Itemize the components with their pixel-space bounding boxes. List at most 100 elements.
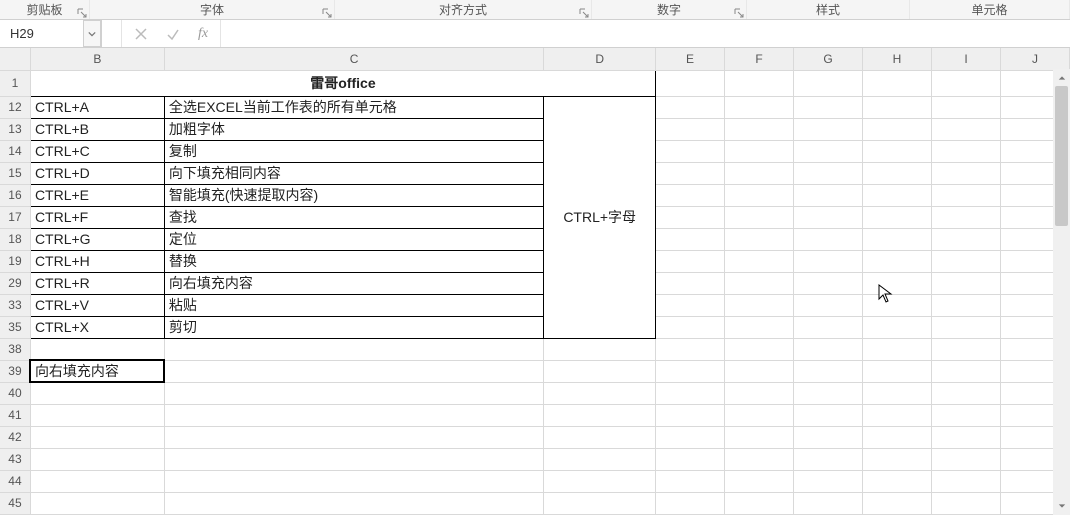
cell[interactable] — [655, 228, 724, 250]
row-header[interactable]: 43 — [0, 448, 30, 470]
cell[interactable] — [655, 70, 724, 96]
cell[interactable] — [544, 360, 656, 382]
scroll-thumb[interactable] — [1055, 86, 1068, 226]
cell[interactable] — [931, 250, 1000, 272]
cell[interactable]: CTRL+G — [30, 228, 164, 250]
cell[interactable] — [862, 162, 931, 184]
cell[interactable] — [164, 448, 544, 470]
cell[interactable] — [655, 360, 724, 382]
scroll-up-button[interactable] — [1053, 69, 1070, 86]
cell[interactable] — [724, 272, 793, 294]
cancel-icon[interactable] — [134, 27, 148, 41]
row-header[interactable]: 18 — [0, 228, 30, 250]
cell[interactable]: CTRL+D — [30, 162, 164, 184]
row-header[interactable]: 42 — [0, 426, 30, 448]
cell[interactable] — [862, 70, 931, 96]
cell[interactable] — [30, 338, 164, 360]
cell[interactable] — [862, 206, 931, 228]
cell[interactable] — [655, 272, 724, 294]
dialog-launcher-icon[interactable] — [322, 8, 332, 18]
cell[interactable] — [793, 404, 862, 426]
row-header[interactable]: 16 — [0, 184, 30, 206]
cell[interactable] — [724, 118, 793, 140]
cell[interactable] — [544, 426, 656, 448]
cell[interactable] — [862, 118, 931, 140]
row-header[interactable]: 44 — [0, 470, 30, 492]
cell[interactable] — [164, 426, 544, 448]
cell[interactable] — [30, 470, 164, 492]
cell[interactable] — [931, 316, 1000, 338]
cell[interactable] — [544, 492, 656, 514]
column-header[interactable]: I — [931, 48, 1000, 70]
column-header[interactable]: E — [655, 48, 724, 70]
cell[interactable]: 智能填充(快速提取内容) — [164, 184, 544, 206]
cell[interactable] — [793, 272, 862, 294]
dialog-launcher-icon[interactable] — [77, 8, 87, 18]
cell[interactable] — [931, 382, 1000, 404]
cell[interactable] — [862, 426, 931, 448]
row-header[interactable]: 17 — [0, 206, 30, 228]
cell[interactable] — [931, 492, 1000, 514]
cell[interactable] — [655, 96, 724, 118]
cell[interactable] — [862, 184, 931, 206]
row-header[interactable]: 19 — [0, 250, 30, 272]
cell[interactable]: CTRL+X — [30, 316, 164, 338]
cell[interactable] — [793, 316, 862, 338]
ribbon-group[interactable]: 字体 — [90, 0, 335, 19]
cell[interactable] — [724, 96, 793, 118]
column-headers[interactable]: BCDEFGHIJ — [0, 48, 1070, 70]
cell[interactable] — [862, 96, 931, 118]
cell[interactable] — [931, 426, 1000, 448]
cell[interactable] — [931, 140, 1000, 162]
row-header[interactable]: 15 — [0, 162, 30, 184]
cell[interactable] — [544, 404, 656, 426]
cell[interactable] — [793, 96, 862, 118]
cell[interactable] — [724, 70, 793, 96]
column-header[interactable]: B — [30, 48, 164, 70]
cell[interactable] — [862, 294, 931, 316]
column-header[interactable]: D — [544, 48, 656, 70]
cell[interactable] — [544, 382, 656, 404]
cell[interactable] — [931, 448, 1000, 470]
row-header[interactable]: 29 — [0, 272, 30, 294]
row-header[interactable]: 35 — [0, 316, 30, 338]
cell[interactable] — [931, 272, 1000, 294]
cell[interactable] — [544, 338, 656, 360]
fx-icon[interactable]: fx — [198, 26, 208, 42]
ribbon-group[interactable]: 单元格 — [910, 0, 1070, 19]
cell[interactable]: 替换 — [164, 250, 544, 272]
cell[interactable] — [655, 382, 724, 404]
cell[interactable] — [724, 448, 793, 470]
cell[interactable] — [793, 118, 862, 140]
ribbon-group[interactable]: 剪贴板 — [0, 0, 90, 19]
cell[interactable] — [30, 492, 164, 514]
cell[interactable] — [931, 294, 1000, 316]
dialog-launcher-icon[interactable] — [734, 8, 744, 18]
cell[interactable]: CTRL+H — [30, 250, 164, 272]
cell[interactable] — [793, 162, 862, 184]
cell[interactable] — [862, 360, 931, 382]
dialog-launcher-icon[interactable] — [579, 8, 589, 18]
cell[interactable] — [862, 448, 931, 470]
cell[interactable] — [724, 492, 793, 514]
cell[interactable] — [724, 360, 793, 382]
cell[interactable] — [931, 206, 1000, 228]
cell[interactable] — [164, 360, 544, 382]
cell[interactable] — [655, 118, 724, 140]
ribbon-group[interactable]: 样式 — [747, 0, 910, 19]
name-box-value[interactable]: H29 — [0, 26, 83, 41]
cell[interactable] — [793, 140, 862, 162]
cell[interactable] — [655, 448, 724, 470]
cell[interactable]: 加粗字体 — [164, 118, 544, 140]
cell[interactable] — [931, 338, 1000, 360]
cell[interactable] — [931, 228, 1000, 250]
column-header[interactable]: F — [724, 48, 793, 70]
column-header[interactable]: C — [164, 48, 544, 70]
cell[interactable] — [931, 470, 1000, 492]
merged-cell[interactable]: CTRL+字母 — [544, 96, 656, 338]
cell[interactable] — [724, 404, 793, 426]
cell[interactable] — [724, 228, 793, 250]
cell[interactable]: 全选EXCEL当前工作表的所有单元格 — [164, 96, 544, 118]
cell[interactable] — [862, 404, 931, 426]
cell[interactable] — [931, 162, 1000, 184]
